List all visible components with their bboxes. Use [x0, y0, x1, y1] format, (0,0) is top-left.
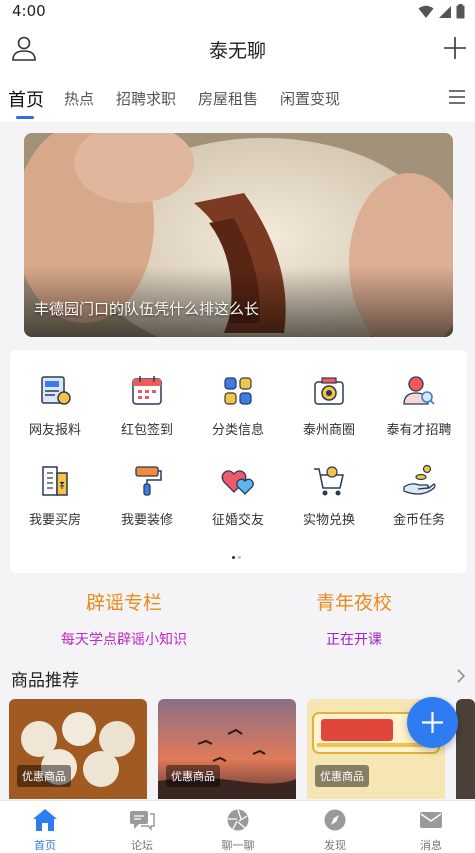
- category-icon: [224, 377, 252, 405]
- product-badge: 优惠商品: [315, 765, 369, 787]
- tab-hot[interactable]: 热点: [64, 88, 94, 109]
- product-badge: 优惠商品: [17, 765, 71, 787]
- nav-chat[interactable]: 聊一聊: [203, 808, 273, 853]
- grid-item-recruit[interactable]: 泰有才招聘: [374, 373, 464, 438]
- shortcut-grid: 网友报料 红包签到 分类信息 泰州商圈 泰有才招聘 我要买房 我要装修 征婚交友…: [10, 350, 467, 573]
- promo-title: 辟谣专栏: [85, 592, 162, 614]
- tab-secondhand[interactable]: 闲置变现: [280, 88, 340, 109]
- tab-bar: 首页 热点 招聘求职 房屋租售 闲置变现: [0, 74, 475, 122]
- recruit-icon: [403, 376, 435, 405]
- tab-active-indicator: [16, 116, 34, 119]
- promo-subtitle: 每天学点辟谣小知识: [61, 632, 187, 648]
- banner[interactable]: 丰德园门口的队伍凭什么排这么长: [24, 133, 453, 337]
- product-image: [456, 699, 475, 799]
- grid-item-coin-task[interactable]: 金币任务: [374, 463, 464, 528]
- hearts-icon: [221, 470, 254, 495]
- news-icon: [41, 376, 71, 405]
- grid-item-dating[interactable]: 征婚交友: [193, 463, 283, 528]
- home-icon: [33, 809, 57, 831]
- menu-icon[interactable]: [447, 87, 467, 107]
- tab-housing[interactable]: 房屋租售: [198, 88, 258, 109]
- status-icons: [418, 4, 465, 19]
- grid-item-buy-house[interactable]: 我要买房: [10, 463, 100, 528]
- chat-bubbles-icon: [130, 811, 155, 831]
- screen: 4:00 泰无聊 首页 热点 招聘求职 房屋租售 闲置变现 丰德园门口的队伍凭什…: [0, 0, 475, 853]
- grid-item-exchange[interactable]: 实物兑换: [284, 463, 374, 528]
- product-card[interactable]: [456, 699, 475, 799]
- grid-item-renovate[interactable]: 我要装修: [102, 463, 192, 528]
- page-indicator: [232, 556, 241, 559]
- aperture-icon: [227, 809, 249, 831]
- calendar-icon: [132, 376, 162, 405]
- tab-jobs[interactable]: 招聘求职: [116, 88, 176, 109]
- grid-item-news[interactable]: 网友报料: [10, 373, 100, 438]
- page-title: 泰无聊: [208, 40, 266, 62]
- nav-forum[interactable]: 论坛: [107, 808, 177, 853]
- banner-caption: 丰德园门口的队伍凭什么排这么长: [34, 300, 260, 318]
- status-time: 4:00: [12, 2, 46, 20]
- page-dot-active: [232, 556, 235, 559]
- promo-night-school[interactable]: 青年夜校 正在开课: [254, 588, 454, 649]
- page-dot: [238, 556, 241, 559]
- tab-home[interactable]: 首页: [8, 86, 44, 112]
- building-icon: [42, 466, 68, 496]
- product-card[interactable]: 优惠商品: [9, 699, 147, 799]
- signal-icon: [439, 5, 451, 18]
- grid-item-checkin[interactable]: 红包签到: [102, 373, 192, 438]
- battery-icon: [456, 4, 465, 19]
- plus-icon: [422, 712, 443, 733]
- section-title: 商品推荐: [11, 671, 79, 691]
- nav-home[interactable]: 首页: [10, 808, 80, 853]
- add-post-button[interactable]: [407, 697, 458, 748]
- promo-rumor[interactable]: 辟谣专栏 每天学点辟谣小知识: [24, 588, 224, 649]
- compass-icon: [324, 809, 346, 831]
- wifi-icon: [418, 5, 434, 18]
- cart-icon: [314, 466, 344, 496]
- camera-icon: [314, 377, 344, 405]
- header: 泰无聊: [0, 24, 475, 74]
- bottom-nav: 首页 论坛 聊一聊 发现 消息: [0, 800, 475, 853]
- mail-icon: [420, 812, 442, 828]
- grid-item-category[interactable]: 分类信息: [193, 373, 283, 438]
- promo-subtitle: 正在开课: [326, 632, 382, 648]
- promo-title: 青年夜校: [315, 592, 392, 614]
- plus-icon[interactable]: [441, 34, 469, 62]
- status-bar: 4:00: [0, 0, 475, 24]
- nav-messages[interactable]: 消息: [396, 808, 466, 853]
- chevron-right-icon[interactable]: [455, 667, 467, 685]
- product-card[interactable]: 优惠商品: [158, 699, 296, 799]
- nav-discover[interactable]: 发现: [300, 808, 370, 853]
- grid-item-business[interactable]: 泰州商圈: [284, 373, 374, 438]
- paint-roller-icon: [135, 466, 162, 496]
- coin-hand-icon: [403, 464, 436, 495]
- product-badge: 优惠商品: [166, 765, 220, 787]
